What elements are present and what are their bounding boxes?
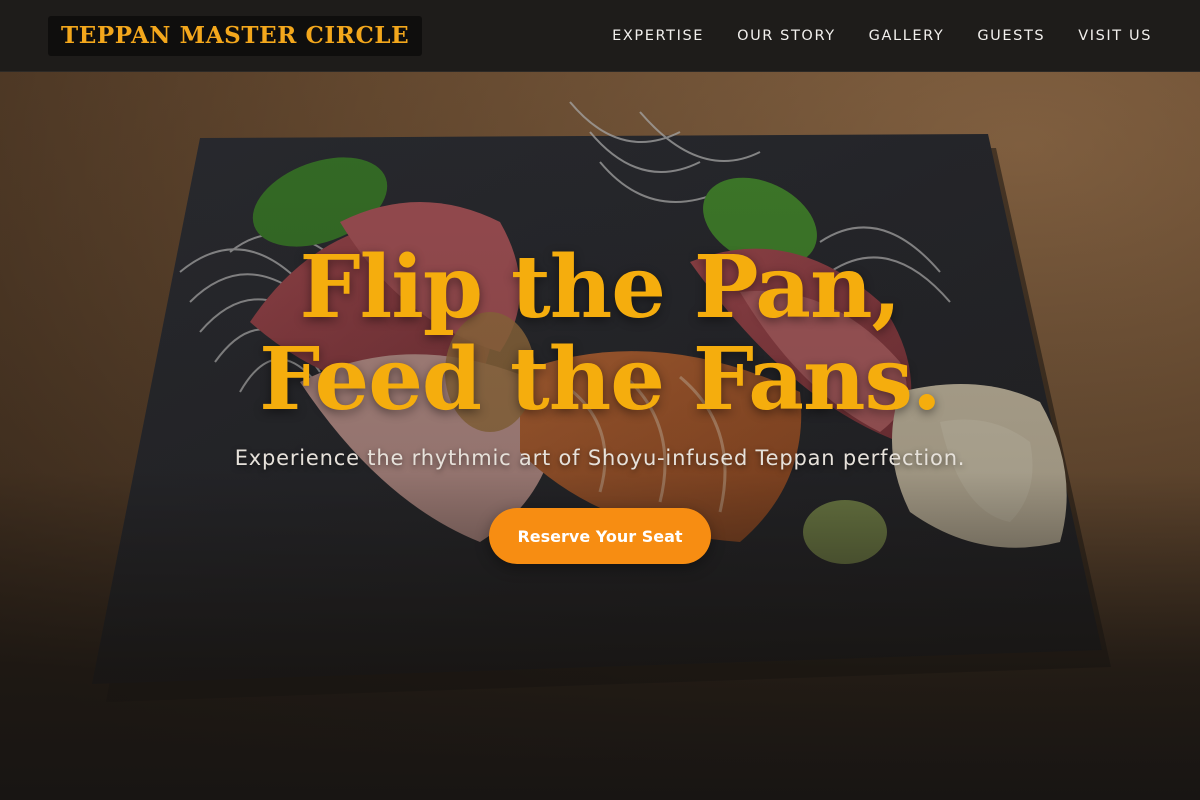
main-nav: EXPERTISE OUR STORY GALLERY GUESTS VISIT… <box>612 28 1152 44</box>
hero-title-line-2: Feed the Fans. <box>259 329 942 430</box>
hero-subtitle: Experience the rhythmic art of Shoyu-inf… <box>234 446 966 470</box>
site-logo[interactable]: TEPPAN MASTER CIRCLE <box>48 15 423 56</box>
hero-title-line-1: Flip the Pan, <box>299 237 902 338</box>
nav-link-expertise[interactable]: EXPERTISE <box>612 28 704 44</box>
hero-content: Flip the Pan, Feed the Fans. Experience … <box>0 72 1200 800</box>
nav-link-guests[interactable]: GUESTS <box>977 28 1045 44</box>
nav-link-visit-us[interactable]: VISIT US <box>1078 28 1152 44</box>
hero-section: Flip the Pan, Feed the Fans. Experience … <box>0 72 1200 800</box>
nav-link-gallery[interactable]: GALLERY <box>869 28 945 44</box>
reserve-seat-button[interactable]: Reserve Your Seat <box>489 508 711 564</box>
nav-link-our-story[interactable]: OUR STORY <box>737 28 836 44</box>
hero-title: Flip the Pan, Feed the Fans. <box>0 242 1200 426</box>
site-header: TEPPAN MASTER CIRCLE EXPERTISE OUR STORY… <box>0 0 1200 72</box>
